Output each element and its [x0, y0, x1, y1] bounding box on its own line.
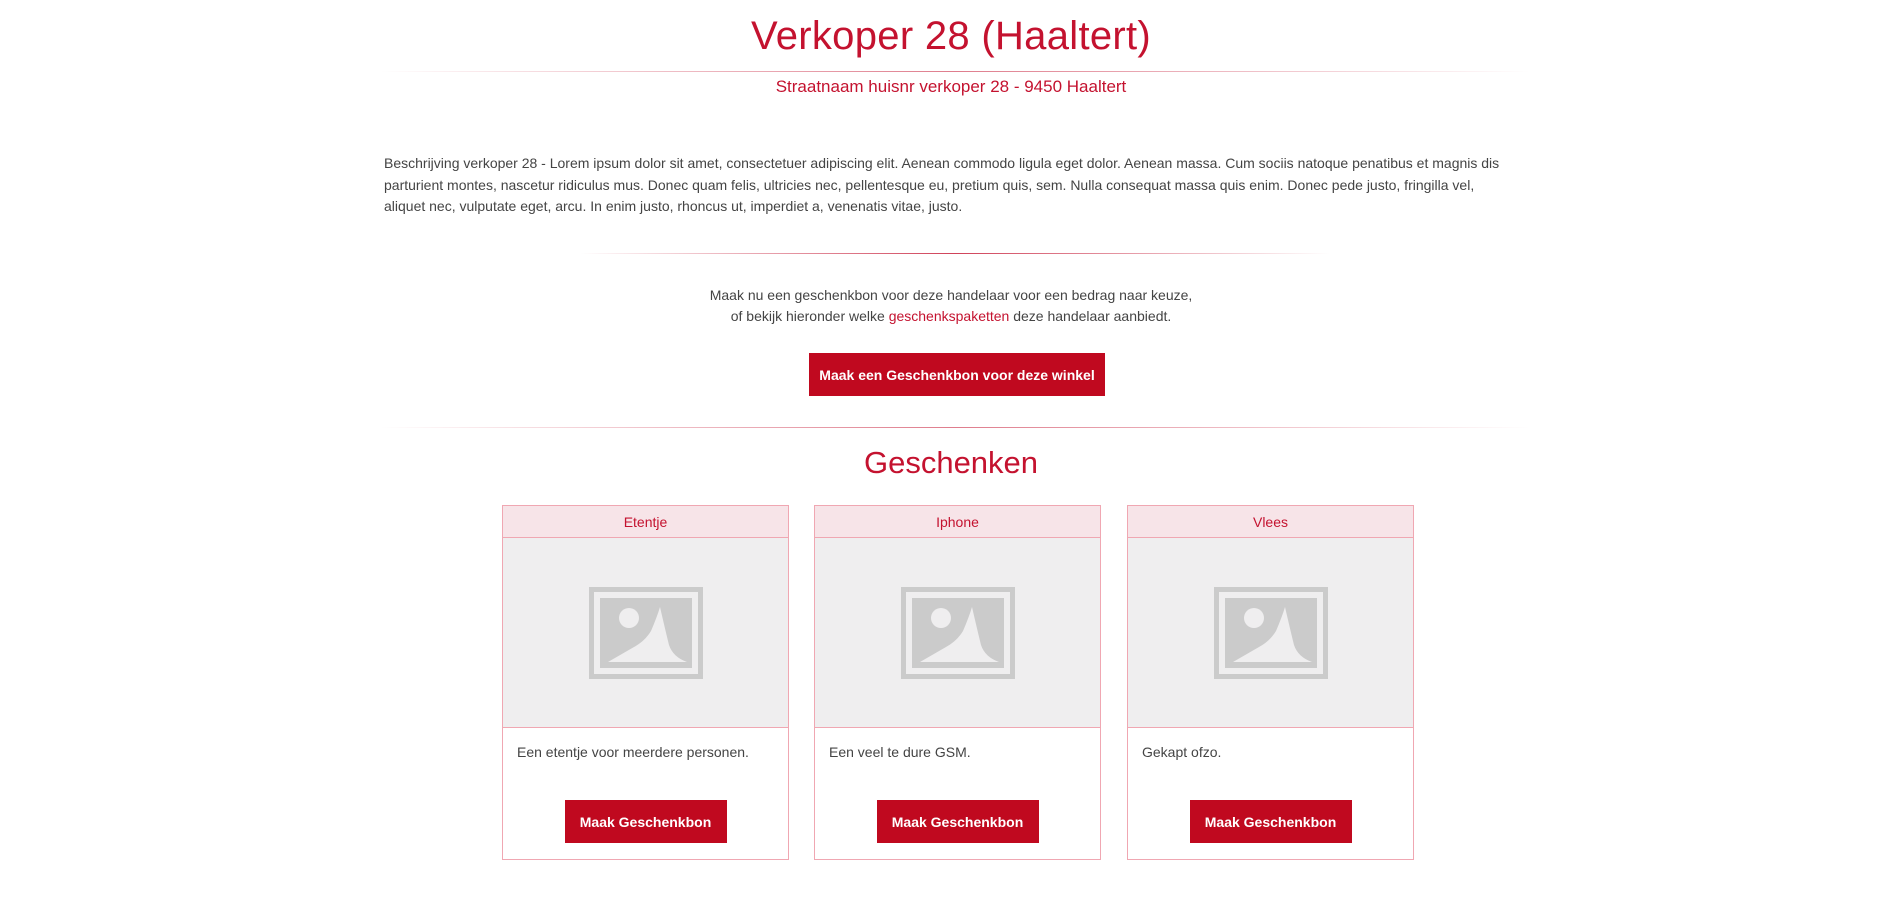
section-divider [380, 427, 1530, 428]
store-title: Verkoper 28 (Haaltert) [750, 14, 1152, 58]
gift-card-image [815, 538, 1100, 728]
store-address: Straatnaam huisnr verkoper 28 - 9450 Haa… [775, 77, 1127, 96]
title-divider [380, 71, 1530, 72]
gift-card-description: Een etentje voor meerdere personen. [517, 744, 749, 760]
image-placeholder-icon [1213, 586, 1328, 679]
gift-card-title: Vlees [1128, 506, 1413, 538]
gift-card-title: Iphone [815, 506, 1100, 538]
gift-card-image [1128, 538, 1413, 728]
image-placeholder-icon [900, 586, 1015, 679]
gift-card-description: Een veel te dure GSM. [829, 744, 971, 760]
description-divider [580, 253, 1330, 254]
gift-card-iphone: Iphone Een veel te dure GSM. Maak Gesche… [814, 505, 1101, 860]
store-description: Beschrijving verkoper 28 - Lorem ipsum d… [384, 155, 1500, 214]
gift-card-etentje: Etentje Een etentje voor meerdere person… [502, 505, 789, 860]
gifts-section-title: Geschenken [863, 445, 1039, 480]
cta-text: Maak nu een geschenkbon voor deze handel… [0, 285, 1902, 327]
gift-packages-link[interactable]: geschenkspaketten [889, 308, 1010, 324]
gift-card-vlees: Vlees Gekapt ofzo. Maak Geschenkbon [1127, 505, 1414, 860]
make-giftcard-button[interactable]: Maak Geschenkbon [876, 800, 1039, 843]
cta-line-1: Maak nu een geschenkbon voor deze handel… [709, 287, 1193, 303]
gift-card-title: Etentje [503, 506, 788, 538]
make-store-giftcard-button[interactable]: Maak een Geschenkbon voor deze winkel [809, 353, 1105, 396]
cta-line-2-suffix: deze handelaar aanbiedt. [1009, 308, 1172, 324]
cta-line-2: of bekijk hieronder welke geschenkspaket… [0, 306, 1902, 327]
store-page: Verkoper 28 (Haaltert) Straatnaam huisnr… [0, 0, 1902, 897]
make-giftcard-button[interactable]: Maak Geschenkbon [1189, 800, 1352, 843]
make-giftcard-button[interactable]: Maak Geschenkbon [564, 800, 727, 843]
cta-line-2-prefix: of bekijk hieronder welke [730, 308, 889, 324]
image-placeholder-icon [588, 586, 703, 679]
gift-card-image [503, 538, 788, 728]
gift-card-description: Gekapt ofzo. [1142, 744, 1222, 760]
